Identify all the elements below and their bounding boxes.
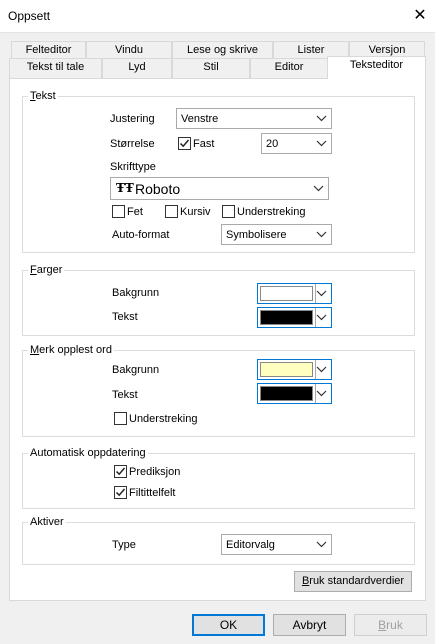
chevron-down-icon [316,390,327,397]
autoformat-value: Symbolisere [226,229,287,241]
tab-stil[interactable]: Stil [172,58,250,78]
autoformat-label: Auto-format [112,229,170,241]
merk-understreking-label: Understreking [129,413,198,425]
font-value: Roboto [135,181,181,197]
farger-bakgrunn-color-picker[interactable] [257,283,332,304]
prediksjon-label: Prediksjon [129,466,181,478]
kursiv-label: Kursiv [180,206,211,218]
cancel-button[interactable]: Avbryt [273,614,346,636]
group-aktiver [22,522,415,565]
group-aktiver-title: Aktiver [28,516,66,529]
window-title: Oppsett [8,9,51,23]
merk-tekst-swatch [260,386,313,401]
chevron-down-icon [316,541,327,548]
fet-label: Fet [127,206,143,218]
tab-vindu[interactable]: Vindu [86,41,172,59]
farger-bakgrunn-swatch [260,286,313,301]
group-merk-title: Merk opplest ord [28,344,114,357]
merk-tekst-label: Tekst [112,389,138,401]
group-farger-title: Farger [28,264,65,277]
justering-select[interactable]: Venstre [176,108,332,129]
size-value: 20 [266,138,279,150]
reset-defaults-button[interactable]: Bruk standardverdier [294,571,412,592]
tab-felteditor[interactable]: Felteditor [11,41,86,59]
farger-bakgrunn-label: Bakgrunn [112,287,160,299]
chevron-down-icon [316,140,327,147]
checkmark-icon [115,467,126,476]
justering-label: Justering [110,113,155,125]
group-farger [22,270,415,336]
group-auto-title: Automatisk oppdatering [28,447,148,460]
understreking-label: Understreking [237,206,306,218]
merk-bakgrunn-swatch [260,362,313,377]
farger-tekst-label: Tekst [112,311,138,323]
storrelse-label: Størrelse [110,138,155,150]
kursiv-checkbox[interactable] [165,205,178,218]
type-label: Type [112,539,136,551]
type-value: Editorvalg [226,539,275,551]
tab-teksteditor[interactable]: Teksteditor [327,56,426,79]
checkmark-icon [115,488,126,497]
font-select[interactable]: ŦŦ Roboto [110,177,329,200]
apply-button[interactable]: Bruk [354,614,427,636]
title-bar [0,0,435,32]
fast-checkbox[interactable] [178,137,191,150]
checkmark-icon [179,139,190,148]
prediksjon-checkbox[interactable] [114,465,127,478]
farger-tekst-swatch [260,310,313,325]
group-automatisk-oppdatering [22,453,415,509]
tab-panel: Tekst Justering Venstre Størrelse Fast 2… [9,78,426,601]
filtittelfelt-label: Filtittelfelt [129,487,176,499]
justering-value: Venstre [181,113,219,125]
merk-understreking-checkbox[interactable] [114,412,127,425]
chevron-down-icon [316,314,327,321]
tab-editor[interactable]: Editor [250,58,328,78]
chevron-down-icon [316,290,327,297]
chevron-down-icon [316,231,327,238]
filtittelfelt-checkbox[interactable] [114,486,127,499]
close-icon[interactable]: ✕ [410,6,430,26]
understreking-checkbox[interactable] [222,205,235,218]
fast-label: Fast [193,138,215,150]
autoformat-select[interactable]: Symbolisere [221,224,332,245]
tab-lese-og-skrive[interactable]: Lese og skrive [172,41,273,59]
tab-tekst-til-tale[interactable]: Tekst til tale [9,58,102,78]
group-tekst-title: Tekst [28,90,58,103]
fet-checkbox[interactable] [112,205,125,218]
ok-button[interactable]: OK [192,614,265,636]
merk-bakgrunn-label: Bakgrunn [112,364,160,376]
merk-tekst-color-picker[interactable] [257,383,332,404]
truetype-font-icon: ŦŦ [116,181,134,195]
skrifttype-label: Skrifttype [110,161,156,173]
chevron-down-icon [313,185,324,192]
tab-lyd[interactable]: Lyd [102,58,172,78]
group-merk-opplest-ord [22,350,415,437]
merk-bakgrunn-color-picker[interactable] [257,359,332,380]
chevron-down-icon [316,366,327,373]
type-select[interactable]: Editorvalg [221,534,332,555]
farger-tekst-color-picker[interactable] [257,307,332,328]
chevron-down-icon [316,115,327,122]
size-select[interactable]: 20 [261,133,332,154]
